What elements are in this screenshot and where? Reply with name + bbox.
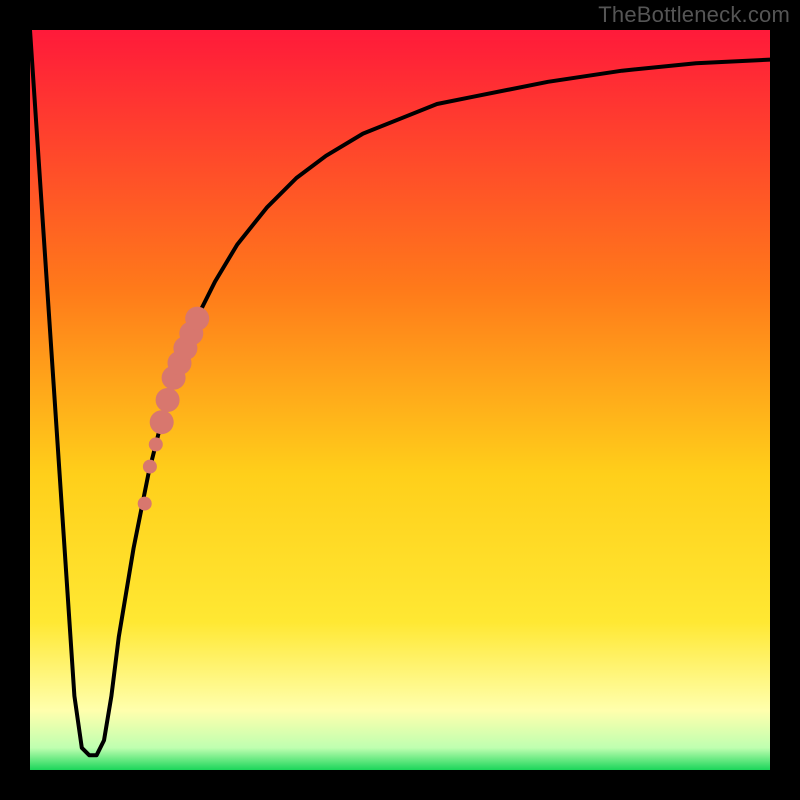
highlight-dot (143, 460, 157, 474)
highlight-dot (149, 437, 163, 451)
chart-svg (0, 0, 800, 800)
highlight-dot (185, 307, 209, 331)
highlight-dot (138, 497, 152, 511)
highlight-dot (150, 410, 174, 434)
highlight-dot (156, 388, 180, 412)
gradient-background (30, 30, 770, 770)
chart-container: TheBottleneck.com (0, 0, 800, 800)
watermark-text: TheBottleneck.com (598, 2, 790, 28)
plot-area (30, 30, 770, 770)
